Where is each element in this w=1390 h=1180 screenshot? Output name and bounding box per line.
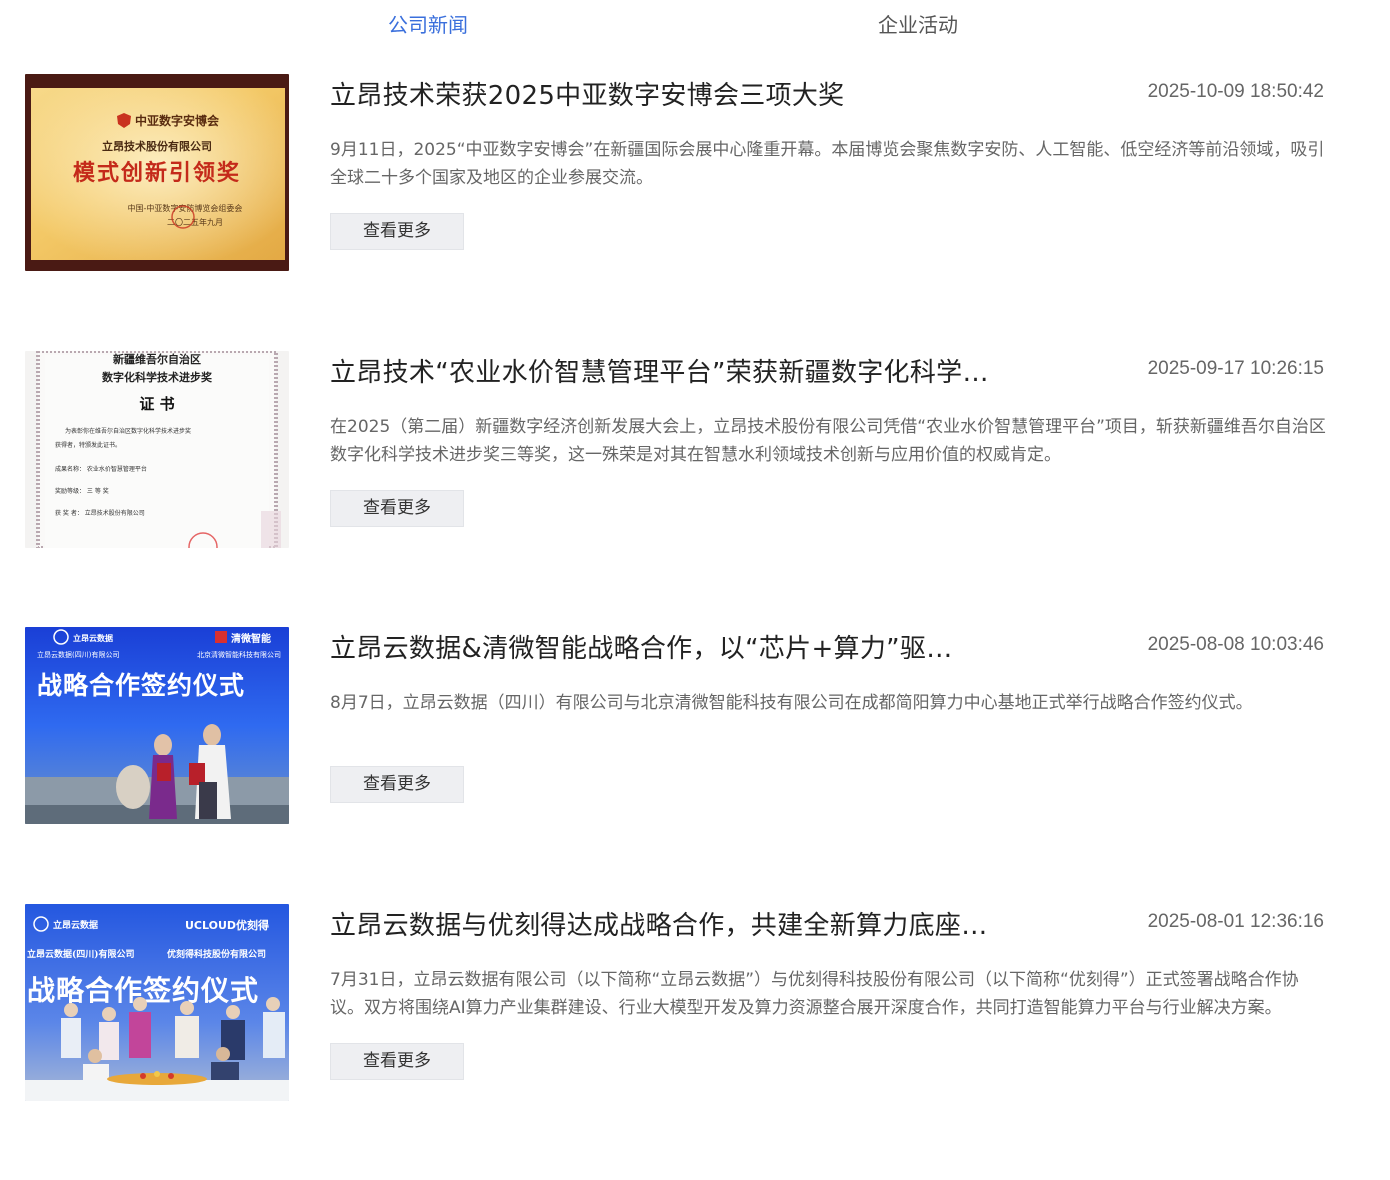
read-more-button[interactable]: 查看更多 — [330, 490, 464, 527]
plaque-company: 立昂技术股份有限公司 — [102, 139, 212, 153]
sub-right: 北京清微智能科技有限公司 — [197, 650, 281, 659]
logo-left: 立昂云数据 — [73, 633, 113, 643]
sub-right: 优刻得科技股份有限公司 — [167, 948, 266, 960]
read-more-button[interactable]: 查看更多 — [330, 213, 464, 250]
cert-body: 获得者，特颁发此证书。 — [55, 441, 121, 449]
news-thumbnail[interactable]: 立昂云数据 UCLOUD优刻得 立昂云数据(四川)有限公司 优刻得科技股份有限公… — [25, 904, 289, 1101]
cert-body: 为表彰你在维吾尔自治区数字化科学技术进步奖 — [65, 427, 191, 435]
news-summary: 8月7日，立昂云数据（四川）有限公司与北京清微智能科技有限公司在成都简阳算力中心… — [330, 693, 1253, 713]
cert-field: 奖励等级： 三 等 奖 — [55, 487, 109, 495]
news-item: 立昂云数据 UCLOUD优刻得 立昂云数据(四川)有限公司 优刻得科技股份有限公… — [0, 904, 1390, 1104]
news-date: 2025-08-08 10:03:46 — [1147, 634, 1324, 655]
news-title[interactable]: 立昂云数据&清微智能战略合作，以“芯片+算力”驱动产业发展 — [330, 631, 970, 667]
cert-field: 获 奖 者： 立昂技术股份有限公司 — [55, 509, 145, 517]
news-item: 新疆维吾尔自治区 数字化科学技术进步奖 证 书 为表彰你在维吾尔自治区数字化科学… — [0, 351, 1390, 551]
plaque-award: 模式创新引领奖 — [73, 160, 241, 186]
news-thumbnail[interactable]: 中亚数字安博会 立昂技术股份有限公司 模式创新引领奖 中国-中亚数字安防博览会组… — [25, 74, 289, 271]
plaque-header: 中亚数字安博会 — [135, 113, 220, 128]
tab-company-news[interactable]: 公司新闻 — [388, 10, 468, 40]
news-summary: 7月31日，立昂云数据有限公司（以下简称“立昂云数据”）与优刻得科技股份有限公司… — [330, 970, 1299, 1018]
news-summary: 9月11日，2025“中亚数字安博会”在新疆国际会展中心隆重开幕。本届博览会聚焦… — [330, 140, 1325, 188]
news-summary: 在2025（第二届）新疆数字经济创新发展大会上，立昂技术股份有限公司凭借“农业水… — [330, 417, 1326, 465]
logo-right: UCLOUD优刻得 — [185, 918, 269, 932]
cert-field: 成果名称： 农业水价智慧管理平台 — [55, 465, 147, 473]
read-more-button[interactable]: 查看更多 — [330, 766, 464, 803]
logo-left: 立昂云数据 — [53, 919, 98, 931]
sub-left: 立昂云数据(四川)有限公司 — [37, 650, 119, 659]
banner: 战略合作签约仪式 — [37, 671, 245, 700]
news-date: 2025-09-17 10:26:15 — [1147, 358, 1324, 379]
news-title[interactable]: 立昂技术“农业水价智慧管理平台”荣获新疆数字化科学技术进步奖三等奖 — [330, 355, 990, 391]
cert-title: 证 书 — [139, 395, 174, 413]
read-more-button[interactable]: 查看更多 — [330, 1043, 464, 1080]
news-date: 2025-10-09 18:50:42 — [1147, 81, 1324, 102]
news-item: 立昂云数据 清微智能 立昂云数据(四川)有限公司 北京清微智能科技有限公司 战略… — [0, 627, 1390, 827]
news-title[interactable]: 立昂技术荣获2025中亚数字安博会三项大奖 — [330, 78, 1030, 114]
sub-left: 立昂云数据(四川)有限公司 — [27, 948, 135, 960]
logo-right: 清微智能 — [231, 632, 271, 645]
news-thumbnail[interactable]: 新疆维吾尔自治区 数字化科学技术进步奖 证 书 为表彰你在维吾尔自治区数字化科学… — [25, 351, 289, 548]
news-thumbnail[interactable]: 立昂云数据 清微智能 立昂云数据(四川)有限公司 北京清微智能科技有限公司 战略… — [25, 627, 289, 824]
news-tabs: 公司新闻 企业活动 — [0, 0, 1390, 50]
plaque-footer: 中国-中亚数字安防博览会组委会 — [128, 203, 243, 213]
cert-line1: 新疆维吾尔自治区 — [113, 352, 201, 366]
news-item: 中亚数字安博会 立昂技术股份有限公司 模式创新引领奖 中国-中亚数字安防博览会组… — [0, 74, 1390, 274]
cert-line2: 数字化科学技术进步奖 — [102, 370, 213, 384]
news-date: 2025-08-01 12:36:16 — [1147, 911, 1324, 932]
tab-enterprise-activities[interactable]: 企业活动 — [878, 10, 958, 40]
news-title[interactable]: 立昂云数据与优刻得达成战略合作，共建全新算力底座生态 — [330, 908, 990, 944]
